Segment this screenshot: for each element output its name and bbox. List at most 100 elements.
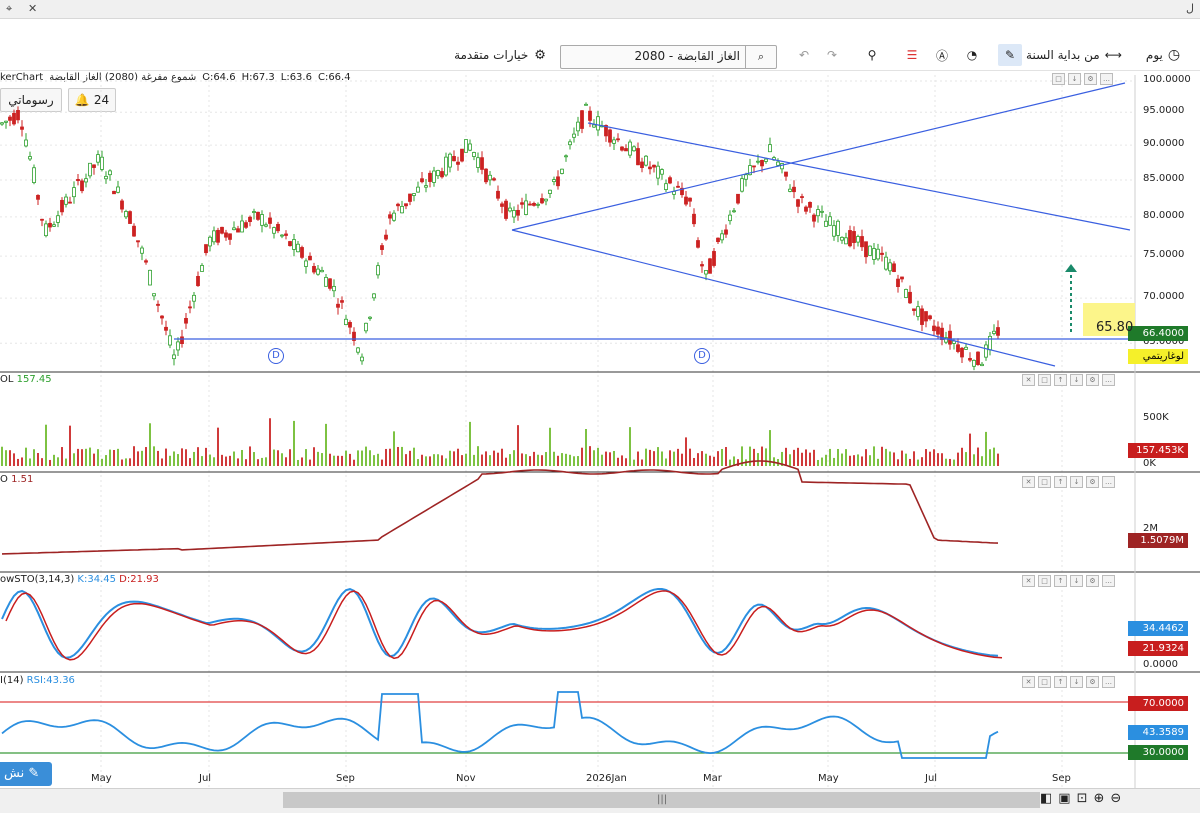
volume-bar [661, 451, 663, 466]
candle-body [480, 157, 484, 170]
candle-body [476, 157, 480, 168]
volume-bar [513, 450, 515, 466]
candle-body [708, 258, 712, 274]
volume-bar [361, 450, 363, 466]
candle-body [932, 325, 936, 332]
share-button[interactable]: نش ✎ [0, 762, 52, 786]
candle-body [720, 233, 724, 241]
rsi-upper-label: 70.0000 [1128, 696, 1188, 711]
x-tick-label: Sep [1052, 773, 1071, 784]
candle-body [112, 190, 116, 195]
volume-bar [653, 451, 655, 466]
zoom-in-icon[interactable]: ⊕ [1094, 791, 1105, 806]
volume-bar [29, 458, 31, 466]
candle-body [360, 356, 364, 362]
panel-controls[interactable]: □ ↓ ⚙… [1052, 73, 1113, 85]
target-arrow-head [1065, 264, 1077, 272]
candle-body [32, 167, 36, 183]
volume-bar [761, 446, 763, 466]
candle-body [384, 234, 388, 240]
candle-body [864, 241, 868, 258]
dividend-marker[interactable]: D [268, 348, 284, 364]
volume-bar [177, 454, 179, 466]
candle-body [200, 265, 204, 272]
volume-bar [377, 453, 379, 466]
candle-body [884, 256, 888, 270]
candle-body [388, 214, 392, 219]
screenshot-icon[interactable]: ◧ [1040, 791, 1052, 806]
volume-bar [613, 450, 615, 466]
volume-bar [893, 452, 895, 466]
candle-body [908, 291, 912, 304]
log-scale-label[interactable]: لوغاريتمي [1128, 349, 1188, 364]
volume-bar [269, 418, 271, 466]
volume-bar [685, 437, 687, 466]
volume-bar [409, 450, 411, 466]
candle-body [376, 265, 380, 276]
candle-body [452, 156, 456, 162]
volume-bar [677, 448, 679, 466]
volume-bar [181, 448, 183, 466]
candle-body [288, 241, 292, 247]
candle-body [612, 139, 616, 144]
candle-body [548, 189, 552, 194]
candle-body [640, 161, 644, 168]
chart-canvas[interactable] [0, 0, 1200, 812]
candle-body [572, 133, 576, 138]
volume-bar [245, 459, 247, 466]
candle-body [532, 203, 536, 206]
volume-bar [329, 453, 331, 466]
candle-body [584, 103, 588, 106]
panel-controls[interactable]: ✕ □ ↑ ↓ ⚙… [1022, 374, 1115, 386]
volume-bar [465, 453, 467, 466]
volume-bar [161, 458, 163, 466]
candle-body [768, 144, 772, 153]
volume-bar [121, 459, 123, 466]
volume-bar [13, 453, 15, 466]
volume-bar [585, 429, 587, 466]
candle-body [192, 294, 196, 302]
volume-bar [397, 446, 399, 466]
candle-body [780, 163, 784, 170]
sto-title: owSTO(3,14,3) K:34.45 D:21.93 [0, 574, 159, 585]
candle-body [68, 201, 72, 204]
panel-controls[interactable]: ✕ □ ↑ ↓ ⚙… [1022, 476, 1115, 488]
volume-bar [153, 446, 155, 466]
volume-bar [713, 456, 715, 466]
volume-tick: 0K [1143, 458, 1156, 469]
horizontal-scrollbar[interactable]: ||| [283, 792, 1040, 808]
panel-controls[interactable]: ✕ □ ↑ ↓ ⚙… [1022, 676, 1115, 688]
x-tick-label: Sep [336, 773, 355, 784]
candle-body [692, 213, 696, 225]
volume-bar [201, 456, 203, 466]
candle-body [824, 220, 828, 227]
dividend-marker[interactable]: D [694, 348, 710, 364]
capture-icon[interactable]: ▣ [1058, 791, 1070, 806]
volume-bar [221, 454, 223, 466]
volume-bar [621, 455, 623, 466]
candle-body [876, 248, 880, 260]
candle-body [704, 270, 708, 275]
volume-bar [545, 452, 547, 466]
candle-body [420, 178, 424, 183]
candle-body [912, 308, 916, 311]
zoom-out-icon[interactable]: ⊖ [1110, 791, 1121, 806]
zoom-reset-icon[interactable]: ⊡ [1077, 791, 1088, 806]
candle-body [196, 276, 200, 287]
volume-bar [237, 458, 239, 466]
volume-bar [149, 423, 151, 466]
volume-bar [605, 451, 607, 466]
panel-controls[interactable]: ✕ □ ↑ ↓ ⚙… [1022, 575, 1115, 587]
candle-body [580, 110, 584, 129]
volume-bar [9, 450, 11, 466]
rsi-last-label: 43.3589 [1128, 725, 1188, 740]
volume-bar [93, 453, 95, 466]
volume-bar [885, 448, 887, 466]
candle-body [440, 171, 444, 178]
volume-bar [573, 456, 575, 466]
volume-bar [969, 433, 971, 466]
candle-body [144, 260, 148, 263]
candle-body [808, 201, 812, 208]
candle-body [16, 110, 20, 121]
volume-bar [141, 450, 143, 466]
